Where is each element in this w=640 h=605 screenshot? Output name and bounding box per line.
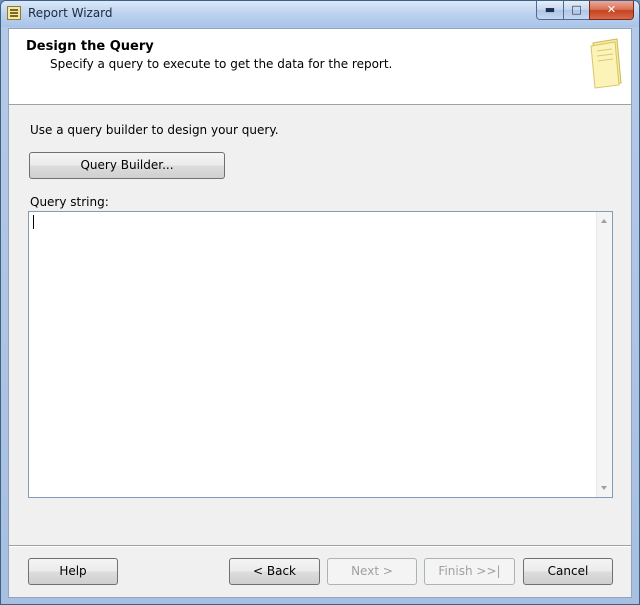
- query-builder-button[interactable]: Query Builder...: [29, 152, 225, 179]
- window-title: Report Wizard: [28, 6, 113, 20]
- cancel-button[interactable]: Cancel: [523, 558, 613, 585]
- wizard-client-area: Design the Query Specify a query to exec…: [8, 28, 632, 598]
- instruction-text: Use a query builder to design your query…: [30, 123, 279, 137]
- page-title: Design the Query: [26, 39, 154, 54]
- query-string-textarea[interactable]: [28, 211, 613, 498]
- footer-divider: [9, 545, 631, 547]
- back-button[interactable]: < Back: [229, 558, 320, 585]
- title-bar[interactable]: Report Wizard ▬ □ ✕: [1, 1, 639, 27]
- query-string-scrollbar[interactable]: [596, 212, 612, 497]
- maximize-button[interactable]: □: [563, 1, 590, 20]
- help-button[interactable]: Help: [28, 558, 118, 585]
- page-subtitle: Specify a query to execute to get the da…: [50, 57, 393, 71]
- report-wizard-window: Report Wizard ▬ □ ✕ Design the Query Spe…: [0, 0, 640, 605]
- close-button[interactable]: ✕: [589, 1, 634, 20]
- query-string-label: Query string:: [30, 195, 109, 209]
- next-button[interactable]: Next >: [327, 558, 417, 585]
- wizard-page-icon: [590, 38, 622, 89]
- scroll-up-arrow-icon[interactable]: [601, 219, 607, 223]
- finish-button[interactable]: Finish >>|: [424, 558, 515, 585]
- report-wizard-app-icon: [7, 6, 21, 20]
- wizard-header: Design the Query Specify a query to exec…: [9, 29, 631, 105]
- scroll-down-arrow-icon[interactable]: [601, 486, 607, 490]
- minimize-button[interactable]: ▬: [536, 1, 564, 20]
- text-caret: [33, 215, 34, 229]
